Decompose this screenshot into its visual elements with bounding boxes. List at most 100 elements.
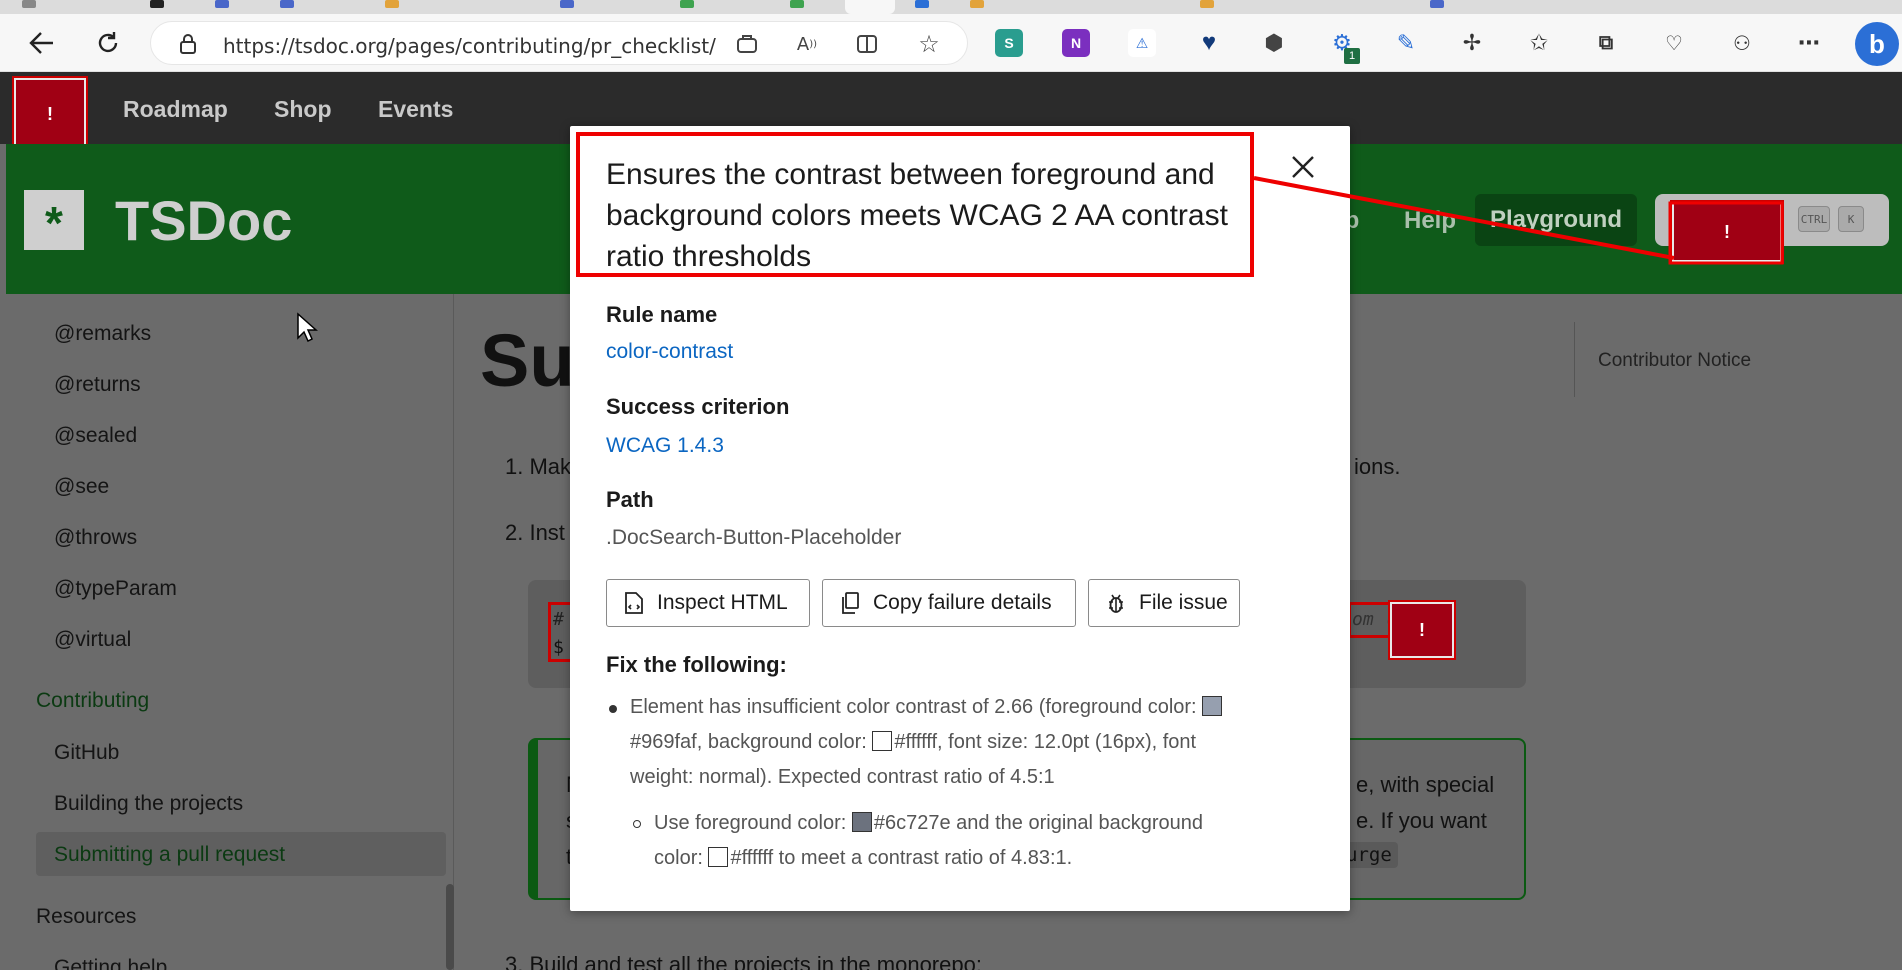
onenote-icon[interactable]: N bbox=[1062, 29, 1090, 57]
close-icon bbox=[1292, 156, 1314, 178]
sidebar-item-typeparam[interactable]: @typeParam bbox=[54, 577, 177, 601]
feather-extension-icon[interactable]: ✎ bbox=[1392, 29, 1420, 57]
sidebar-item-remarks[interactable]: @remarks bbox=[54, 322, 151, 346]
sidebar-item-github[interactable]: GitHub bbox=[54, 741, 119, 765]
tab-favicon[interactable] bbox=[150, 0, 164, 8]
sidebar-item-getting-help[interactable]: Getting help bbox=[54, 956, 167, 970]
fix-item-contrast: Element has insufficient color contrast … bbox=[630, 690, 1270, 795]
accessibility-alert-marker[interactable]: ! bbox=[12, 76, 88, 152]
sidebar-item-building[interactable]: Building the projects bbox=[54, 792, 243, 816]
step-1-text-end: ions. bbox=[1354, 454, 1401, 479]
tab-favicon[interactable] bbox=[970, 0, 984, 8]
address-bar[interactable]: https://tsdoc.org/pages/contributing/pr_… bbox=[150, 21, 968, 65]
tab-favicon[interactable] bbox=[790, 0, 804, 8]
step-2-text: 2. Inst bbox=[505, 520, 565, 545]
site-brand[interactable]: TSDoc bbox=[115, 188, 292, 253]
step-3-text: 3. Build and test all the projects in th… bbox=[505, 952, 982, 970]
background-color-swatch bbox=[872, 731, 893, 751]
lock-icon[interactable] bbox=[179, 33, 197, 60]
sidebar-scrollbar[interactable] bbox=[446, 884, 454, 970]
heart-extension-icon[interactable]: ♥ bbox=[1195, 29, 1223, 57]
tab-favicon[interactable] bbox=[280, 0, 294, 8]
kbd-ctrl: CTRL bbox=[1798, 206, 1830, 232]
refresh-icon[interactable] bbox=[88, 23, 128, 63]
sidebar-item-virtual[interactable]: @virtual bbox=[54, 628, 131, 652]
active-tab[interactable] bbox=[845, 0, 895, 14]
nav-roadmap[interactable]: Roadmap bbox=[123, 96, 228, 123]
url-text[interactable]: https://tsdoc.org/pages/contributing/pr_… bbox=[223, 34, 716, 58]
code-comment: # bbox=[553, 609, 564, 630]
tab-favicon[interactable] bbox=[385, 0, 399, 8]
success-criterion-label: Success criterion bbox=[606, 394, 790, 419]
inspect-html-button[interactable]: Inspect HTML bbox=[606, 579, 810, 627]
sidebar-category-resources[interactable]: Resources bbox=[36, 905, 136, 929]
accessibility-alert-marker[interactable]: ! bbox=[1670, 200, 1784, 264]
note-text-right-2: e. If you want bbox=[1356, 808, 1487, 833]
read-aloud-icon[interactable]: A)) bbox=[793, 30, 821, 58]
header-link-help[interactable]: Help bbox=[1404, 207, 1456, 235]
close-dialog-button[interactable] bbox=[1288, 152, 1318, 182]
sidebar-item-submitting-pr[interactable]: Submitting a pull request bbox=[54, 843, 285, 867]
extension-badge: 1 bbox=[1344, 48, 1360, 64]
toc-item-contributor-notice[interactable]: Contributor Notice bbox=[1598, 350, 1751, 372]
tab-strip bbox=[0, 0, 1902, 14]
bullet-circle bbox=[633, 820, 641, 828]
kbd-k: K bbox=[1838, 206, 1864, 232]
bug-icon bbox=[1105, 591, 1127, 615]
file-issue-label: File issue bbox=[1139, 591, 1228, 614]
rule-name-label: Rule name bbox=[606, 302, 718, 327]
extensions-puzzle-icon[interactable]: ✢ bbox=[1458, 29, 1486, 57]
ext-s-icon[interactable]: S bbox=[995, 29, 1023, 57]
fix-the-following-heading: Fix the following: bbox=[606, 652, 787, 677]
tab-favicon[interactable] bbox=[1200, 0, 1214, 8]
tab-favicon[interactable] bbox=[1430, 0, 1444, 8]
browser-essentials-icon[interactable]: ♡ bbox=[1660, 29, 1688, 57]
inspect-html-label: Inspect HTML bbox=[657, 591, 788, 614]
bullet-disc bbox=[609, 705, 617, 713]
profile-icon[interactable]: ⚇ bbox=[1728, 29, 1756, 57]
rule-name-link[interactable]: color-contrast bbox=[606, 340, 733, 364]
nav-events[interactable]: Events bbox=[378, 96, 453, 123]
foreground-color-swatch bbox=[1202, 696, 1223, 716]
path-value: .DocSearch-Button-Placeholder bbox=[606, 526, 902, 549]
sidebar-item-returns[interactable]: @returns bbox=[54, 373, 141, 397]
background-color-swatch bbox=[708, 847, 729, 867]
hexagon-extension-icon[interactable]: ⬢ bbox=[1260, 29, 1288, 57]
app-available-icon[interactable] bbox=[733, 30, 761, 58]
back-icon[interactable] bbox=[22, 23, 62, 63]
accessibility-insights-icon[interactable]: ⚠ bbox=[1128, 29, 1156, 57]
code-prompt: $ bbox=[553, 637, 564, 658]
copy-icon bbox=[839, 591, 861, 615]
collections-icon[interactable]: ⧉ bbox=[1592, 29, 1620, 57]
fix-subitem-suggestion: Use foreground color: #6c727e and the or… bbox=[654, 812, 1204, 869]
settings-more-icon[interactable]: ⋯ bbox=[1795, 29, 1823, 57]
suggested-color-swatch bbox=[851, 812, 872, 832]
inspect-code-icon bbox=[623, 591, 645, 615]
playground-button[interactable]: Playground bbox=[1475, 194, 1637, 246]
favorites-icon[interactable]: ✩ bbox=[1525, 29, 1553, 57]
step-1-text: 1. Mak bbox=[505, 454, 572, 479]
tab-favicon[interactable] bbox=[22, 0, 36, 8]
copy-failure-details-label: Copy failure details bbox=[873, 591, 1052, 614]
path-label: Path bbox=[606, 487, 654, 512]
sidebar-item-see[interactable]: @see bbox=[54, 475, 109, 499]
tab-favicon[interactable] bbox=[680, 0, 694, 8]
docs-sidebar: @remarks @returns @sealed @see @throws @… bbox=[6, 294, 454, 970]
accessibility-alert-marker[interactable]: ! bbox=[1388, 600, 1456, 660]
dialog-title: Ensures the contrast between foreground … bbox=[606, 158, 1228, 273]
split-screen-icon[interactable] bbox=[853, 30, 881, 58]
favorite-star-icon[interactable]: ☆ bbox=[915, 30, 943, 58]
tab-favicon[interactable] bbox=[560, 0, 574, 8]
success-criterion-link[interactable]: WCAG 1.4.3 bbox=[606, 434, 724, 458]
tab-favicon[interactable] bbox=[215, 0, 229, 8]
sidebar-item-throws[interactable]: @throws bbox=[54, 526, 137, 550]
sidebar-category-contributing[interactable]: Contributing bbox=[36, 689, 149, 713]
copy-failure-details-button[interactable]: Copy failure details bbox=[822, 579, 1076, 627]
copilot-icon[interactable]: b bbox=[1855, 22, 1899, 66]
tab-favicon[interactable] bbox=[915, 0, 929, 8]
nav-shop[interactable]: Shop bbox=[274, 96, 332, 123]
tsdoc-logo[interactable]: * bbox=[24, 190, 84, 250]
browser-toolbar: https://tsdoc.org/pages/contributing/pr_… bbox=[0, 14, 1902, 72]
file-issue-button[interactable]: File issue bbox=[1088, 579, 1240, 627]
sidebar-item-sealed[interactable]: @sealed bbox=[54, 424, 137, 448]
